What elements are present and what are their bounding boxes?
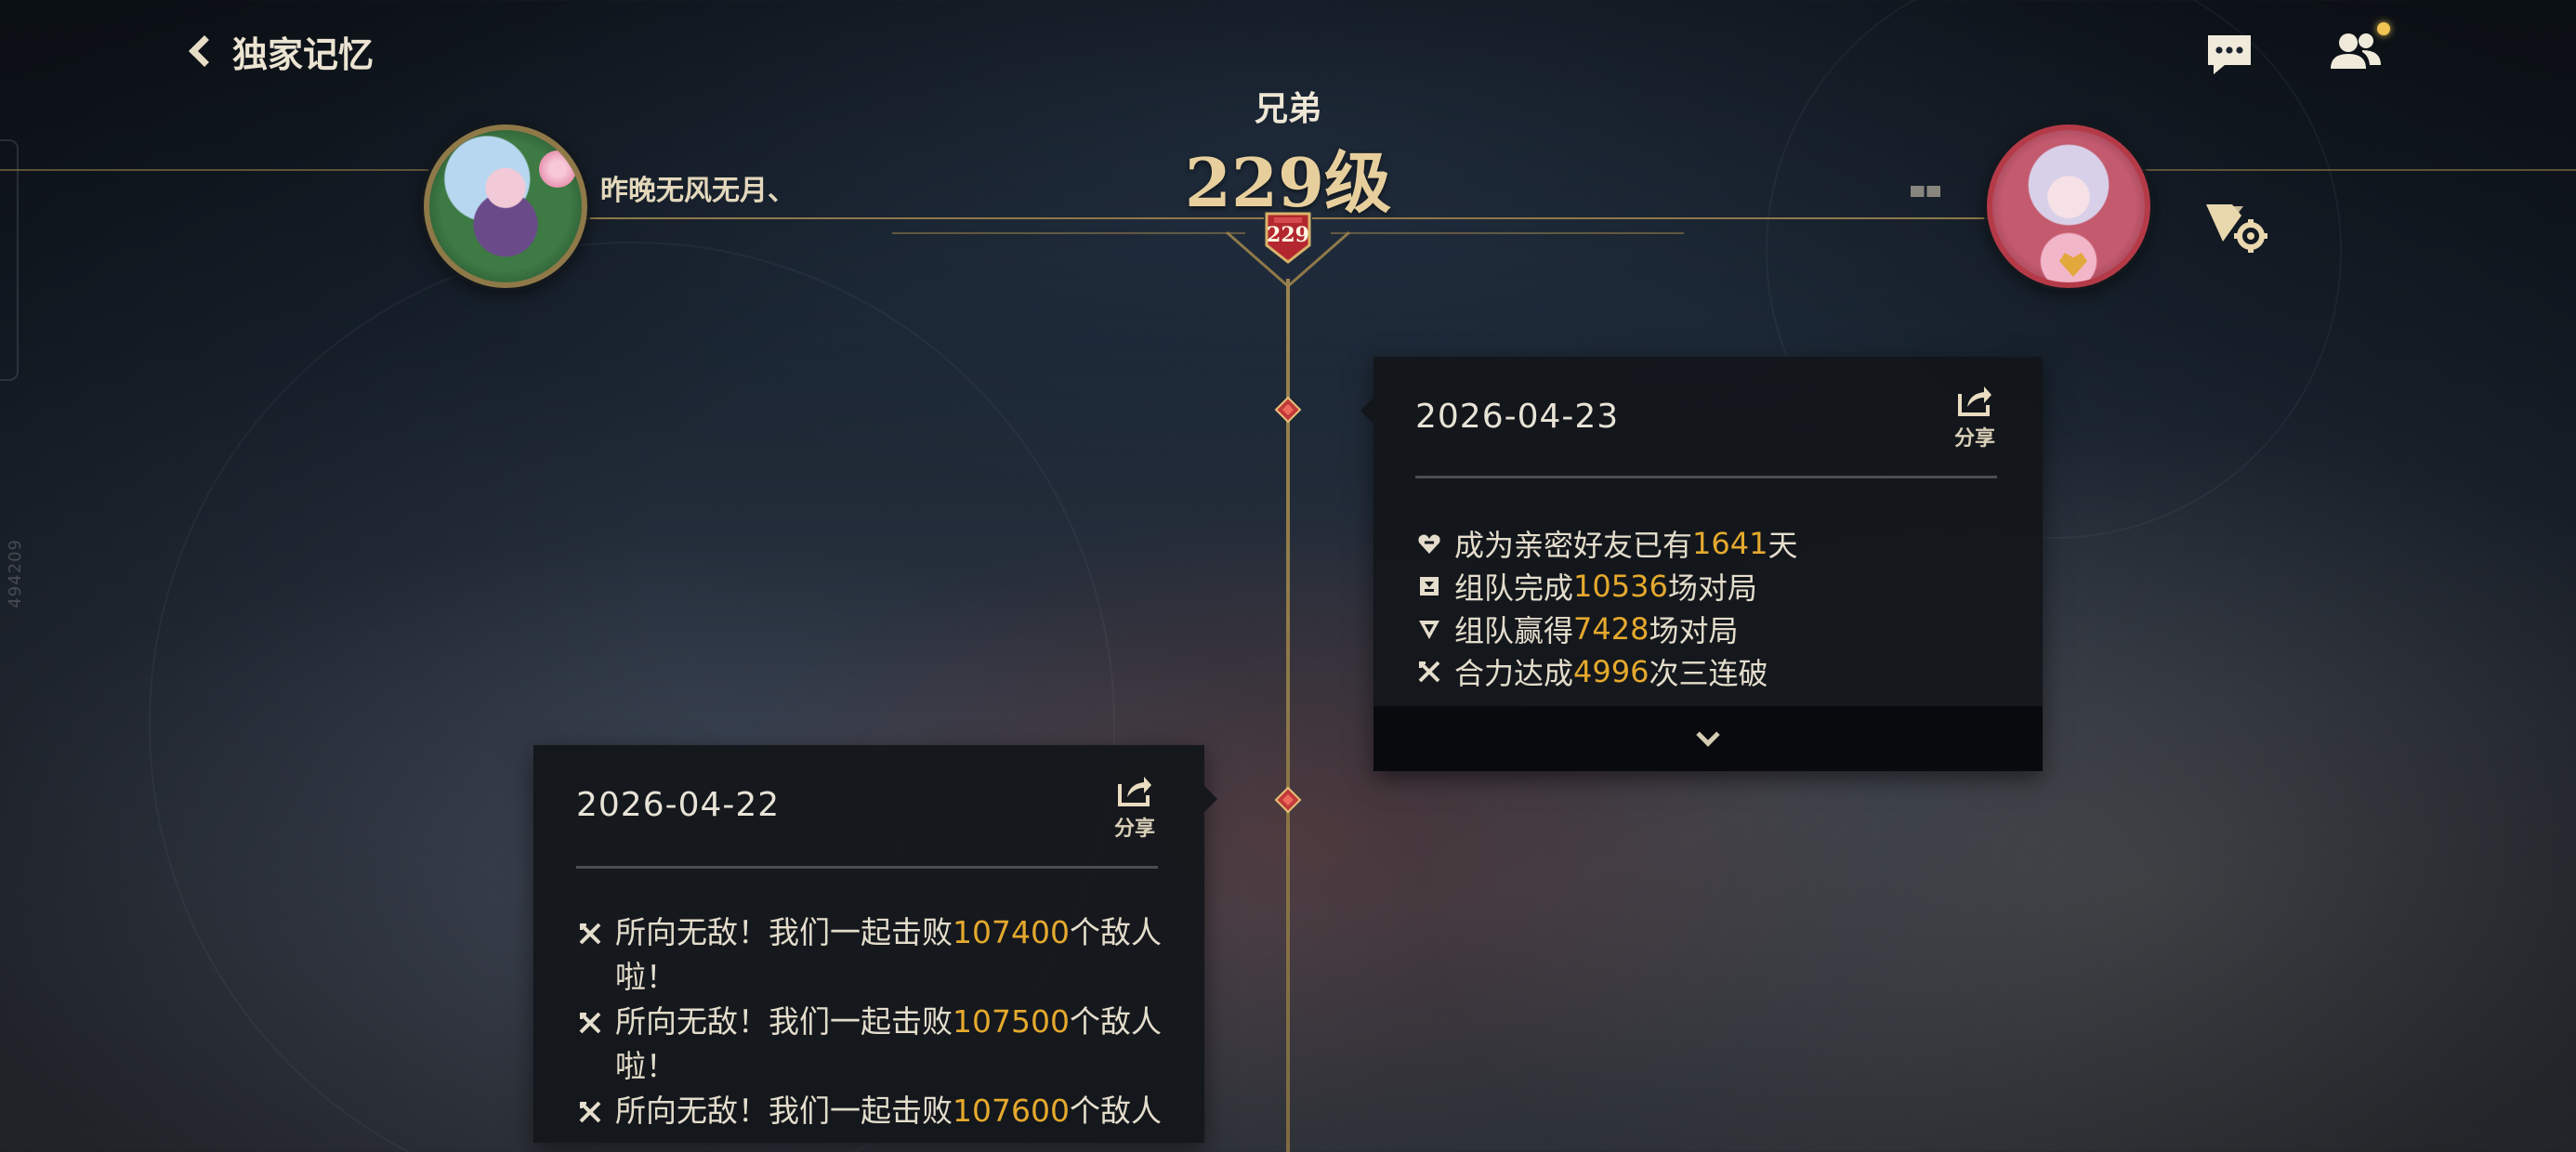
heart-settings-icon[interactable] [2202, 199, 2269, 253]
decorative-mark [1911, 186, 1940, 197]
stat-label: 成为亲密好友已有 [1454, 528, 1693, 563]
crossed-swords-icon [1418, 661, 1440, 683]
chevron-down-icon [1696, 723, 1720, 747]
stat-value: 10536 [1573, 569, 1668, 604]
stat-row: 组队完成 10536 场对局 [1417, 565, 1757, 608]
share-label: 分享 [1953, 427, 1995, 451]
stat-label: 组队完成 [1454, 570, 1574, 606]
memory-row: 所向无敌！我们一起击败107600个敌人 [578, 1089, 1173, 1141]
stat-label: 合力达成 [1454, 656, 1574, 691]
stat-unit: 场对局 [1649, 613, 1739, 648]
side-code: 494209 [6, 539, 25, 609]
chevron-left-icon [189, 35, 220, 67]
banner-line-right-outer [2141, 169, 2576, 171]
stat-unit: 次三连破 [1649, 656, 1768, 691]
banner-line-left-outer [0, 169, 437, 171]
card-date: 2026-04-22 [576, 786, 781, 824]
level-badge-number: 229 [1267, 223, 1309, 247]
share-button[interactable]: 分享 [1102, 771, 1167, 845]
memory-value: 107600 [953, 1093, 1070, 1129]
page-title: 独家记忆 [232, 33, 375, 75]
card-divider [1415, 476, 1997, 478]
avatar-right[interactable] [1987, 124, 2150, 288]
team-flag-icon [1420, 577, 1439, 596]
memory-row: 所向无敌！我们一起击败107400个敌人啦！ [578, 910, 1173, 1000]
share-button[interactable]: 分享 [1942, 381, 2007, 455]
memory-text: 所向无敌！我们一起击败107600个敌人 [615, 1089, 1162, 1133]
player-name-left: 昨晚无风无月、 [600, 175, 795, 207]
card-date: 2026-04-23 [1415, 398, 1620, 436]
memory-text: 所向无敌！我们一起击败107500个敌人啦！ [615, 1000, 1173, 1089]
card-divider [576, 866, 1158, 869]
timeline-node-heart-icon[interactable] [1274, 786, 1302, 814]
memory-label: 所向无敌！我们一起击败 [615, 1093, 953, 1129]
expand-button[interactable] [1373, 706, 2043, 771]
side-edge-tab [0, 139, 19, 381]
stat-value: 4996 [1573, 654, 1649, 689]
crossed-swords-icon [579, 923, 601, 945]
memory-label: 所向无敌！我们一起击败 [615, 914, 953, 950]
share-label: 分享 [1113, 818, 1155, 841]
stat-row: 成为亲密好友已有 1641 天 [1417, 522, 1797, 565]
memory-label: 所向无敌！我们一起击败 [615, 1003, 953, 1040]
stat-row: 组队赢得 7428 场对局 [1417, 608, 1738, 650]
share-icon [1118, 777, 1151, 806]
avatar-left[interactable] [424, 124, 587, 288]
share-icon [1958, 386, 1991, 416]
memory-row: 所向无敌！我们一起击败107500个敌人啦！ [578, 1000, 1173, 1089]
card-pointer [1204, 786, 1217, 812]
stat-unit: 场对局 [1667, 570, 1757, 606]
relation-type: 兄弟 [1254, 90, 1321, 128]
crossed-swords-icon [579, 1101, 601, 1123]
heart-link-icon [1418, 534, 1440, 554]
back-button[interactable]: 独家记忆 [182, 22, 374, 80]
stat-value: 1641 [1692, 526, 1768, 561]
memory-text: 所向无敌！我们一起击败107400个敌人啦！ [615, 910, 1173, 1000]
stat-label: 组队赢得 [1454, 613, 1574, 648]
stat-row: 合力达成 4996 次三连破 [1417, 650, 1768, 693]
notification-dot [2377, 22, 2390, 35]
friends-icon[interactable] [2329, 30, 2383, 72]
chat-icon[interactable] [2206, 33, 2253, 76]
card-pointer [1360, 398, 1373, 424]
memory-value: 107400 [953, 914, 1070, 950]
stat-value: 7428 [1573, 611, 1649, 647]
banner-line-right-low [1331, 232, 1684, 234]
crossed-swords-icon [579, 1012, 601, 1034]
memory-unit: 个敌人 [1069, 1093, 1162, 1129]
stat-unit: 天 [1768, 528, 1798, 563]
memory-value: 107500 [953, 1003, 1070, 1040]
banner-line-left-low [892, 232, 1245, 234]
victory-badge-icon [1419, 621, 1439, 639]
timeline-node-heart-icon[interactable] [1274, 396, 1302, 424]
